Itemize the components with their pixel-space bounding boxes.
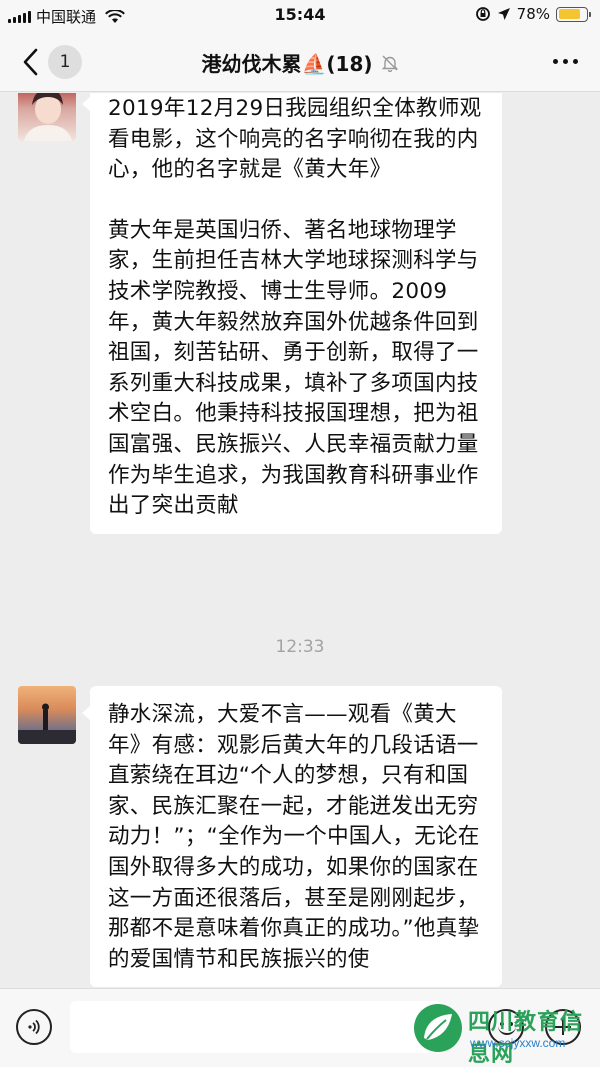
chat-title-text: 港幼伐木累⛵(18) — [201, 52, 373, 76]
battery-icon — [556, 6, 591, 22]
sunset-silhouette-icon — [18, 703, 76, 744]
nav-bar: 1 港幼伐木累⛵(18) — [0, 32, 600, 92]
more-options-button[interactable] — [548, 50, 582, 72]
message-bubble[interactable]: 2019年12月29日我园组织全体教师观看电影，这个响亮的名字响彻在我的内心，他… — [82, 93, 502, 534]
message-paragraph: 静水深流，大爱不言——观看《黄大年》有感：观影后黄大年的几段话语一直萦绕在耳边“… — [108, 702, 480, 972]
status-right: 78% — [475, 5, 591, 23]
leaf-logo-icon — [414, 1004, 462, 1052]
battery-fill — [558, 9, 580, 19]
person-icon — [24, 93, 72, 141]
message-input[interactable] — [70, 1001, 442, 1053]
chat-title: 港幼伐木累⛵(18) — [0, 48, 600, 77]
avatar[interactable] — [18, 93, 76, 141]
location-arrow-icon — [497, 8, 510, 20]
message-paragraph: 黄大年是英国归侨、著名地球物理学家，生前担任吉林大学地球探测科学与技术学院教授、… — [108, 217, 479, 519]
watermark-url: www.scjyxxw.com — [470, 1036, 566, 1050]
message-bubble[interactable]: 静水深流，大爱不言——观看《黄大年》有感：观影后黄大年的几段话语一直萦绕在耳边“… — [82, 686, 502, 988]
message-timestamp: 12:33 — [275, 637, 325, 657]
rotation-lock-icon — [475, 7, 490, 21]
voice-icon — [28, 1019, 40, 1035]
battery-percent: 78% — [516, 5, 550, 23]
message-paragraph: 2019年12月29日我园组织全体教师观看电影，这个响亮的名字响彻在我的内心，他… — [108, 96, 482, 183]
status-bar: 中国联通 15:44 78% — [0, 0, 600, 32]
voice-button[interactable] — [16, 1009, 52, 1045]
avatar[interactable] — [18, 686, 76, 744]
watermark: 四川教育信息网 www.scjyxxw.com — [410, 998, 595, 1067]
bell-slash-icon — [381, 55, 398, 72]
message-list[interactable]: 2019年12月29日我园组织全体教师观看电影，这个响亮的名字响彻在我的内心，他… — [0, 93, 600, 988]
ellipsis-icon — [552, 58, 558, 64]
